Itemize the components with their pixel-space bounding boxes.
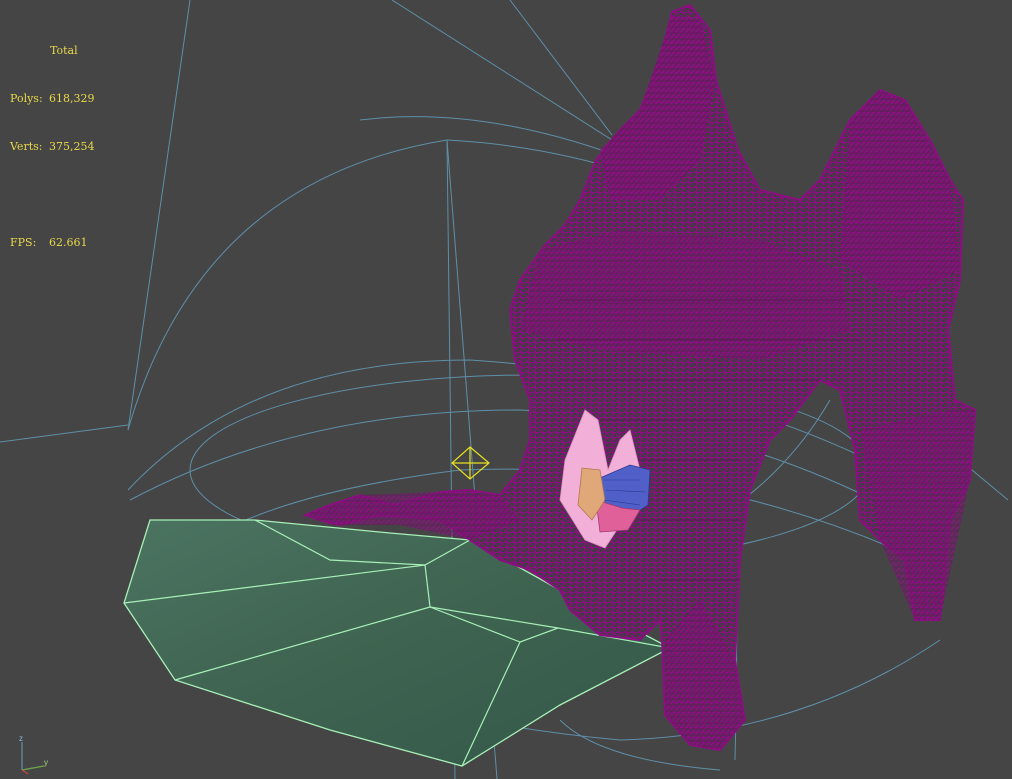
viewport-statistics: Total Polys: 618,329 Verts: 375,254 FPS:… [10, 11, 95, 283]
verts-label: Verts: [10, 140, 43, 153]
axis-y-label: y [44, 758, 48, 767]
3d-viewport[interactable]: Total Polys: 618,329 Verts: 375,254 FPS:… [0, 0, 1012, 779]
light-gizmo-icon[interactable] [451, 446, 490, 480]
stats-polys-row: Polys: 618,329 [10, 91, 95, 107]
axis-tripod-icon: z y [19, 734, 48, 775]
stats-fps-row: FPS: 62.661 [10, 235, 95, 251]
stats-verts-row: Verts: 375,254 [10, 139, 95, 155]
polys-label: Polys: [10, 92, 43, 105]
stats-header: Total [50, 44, 78, 57]
axis-z-label: z [19, 734, 23, 743]
verts-value: 375,254 [49, 140, 95, 153]
fps-label: FPS: [10, 236, 37, 249]
polys-value: 618,329 [49, 92, 95, 105]
scene-canvas[interactable] [0, 0, 1012, 779]
fps-value: 62.661 [49, 236, 88, 249]
